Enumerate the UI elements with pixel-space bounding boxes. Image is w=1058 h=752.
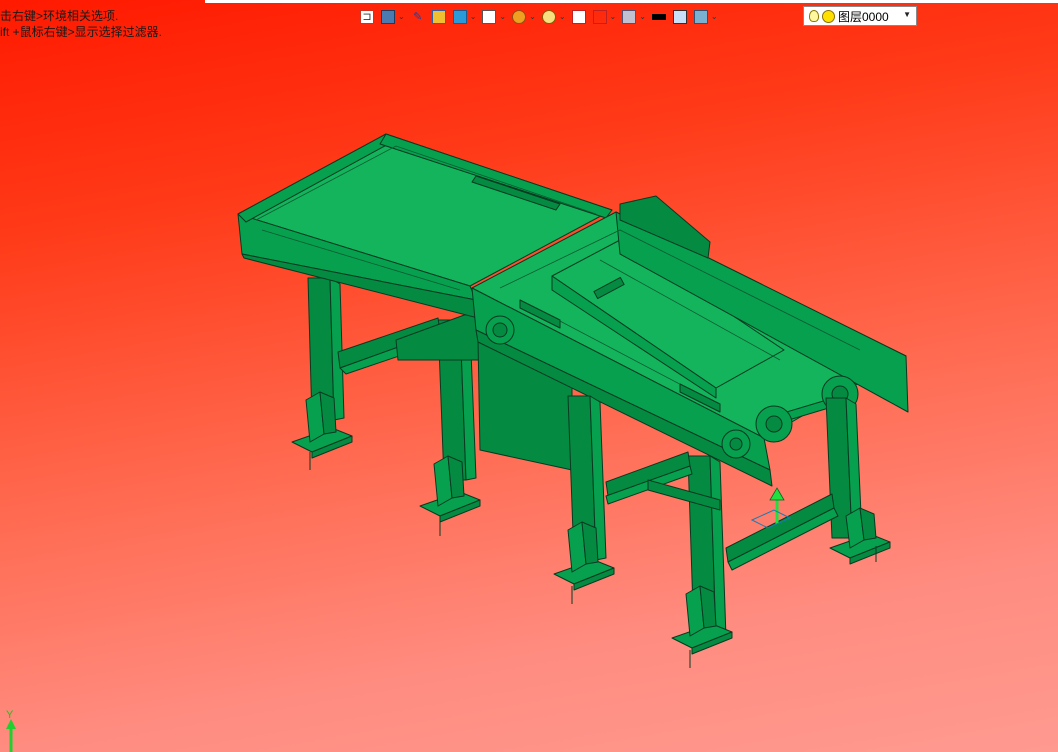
axis-triad: Y [6,709,16,752]
drive-sprocket-left [485,315,515,345]
graphics-viewport[interactable]: 击右键>环境相关选项. ift +鼠标右键>显示选择过滤器. ⊐ ⌄ ✎ ⌄ ⌄ ⌄ ⌄ ⌄ ⌄… [0,0,1058,752]
y-axis-label: Y [6,709,14,721]
conveyor-3d-model[interactable]: .g { fill:#06a04e; stroke:#063a20; strok… [0,0,1058,752]
